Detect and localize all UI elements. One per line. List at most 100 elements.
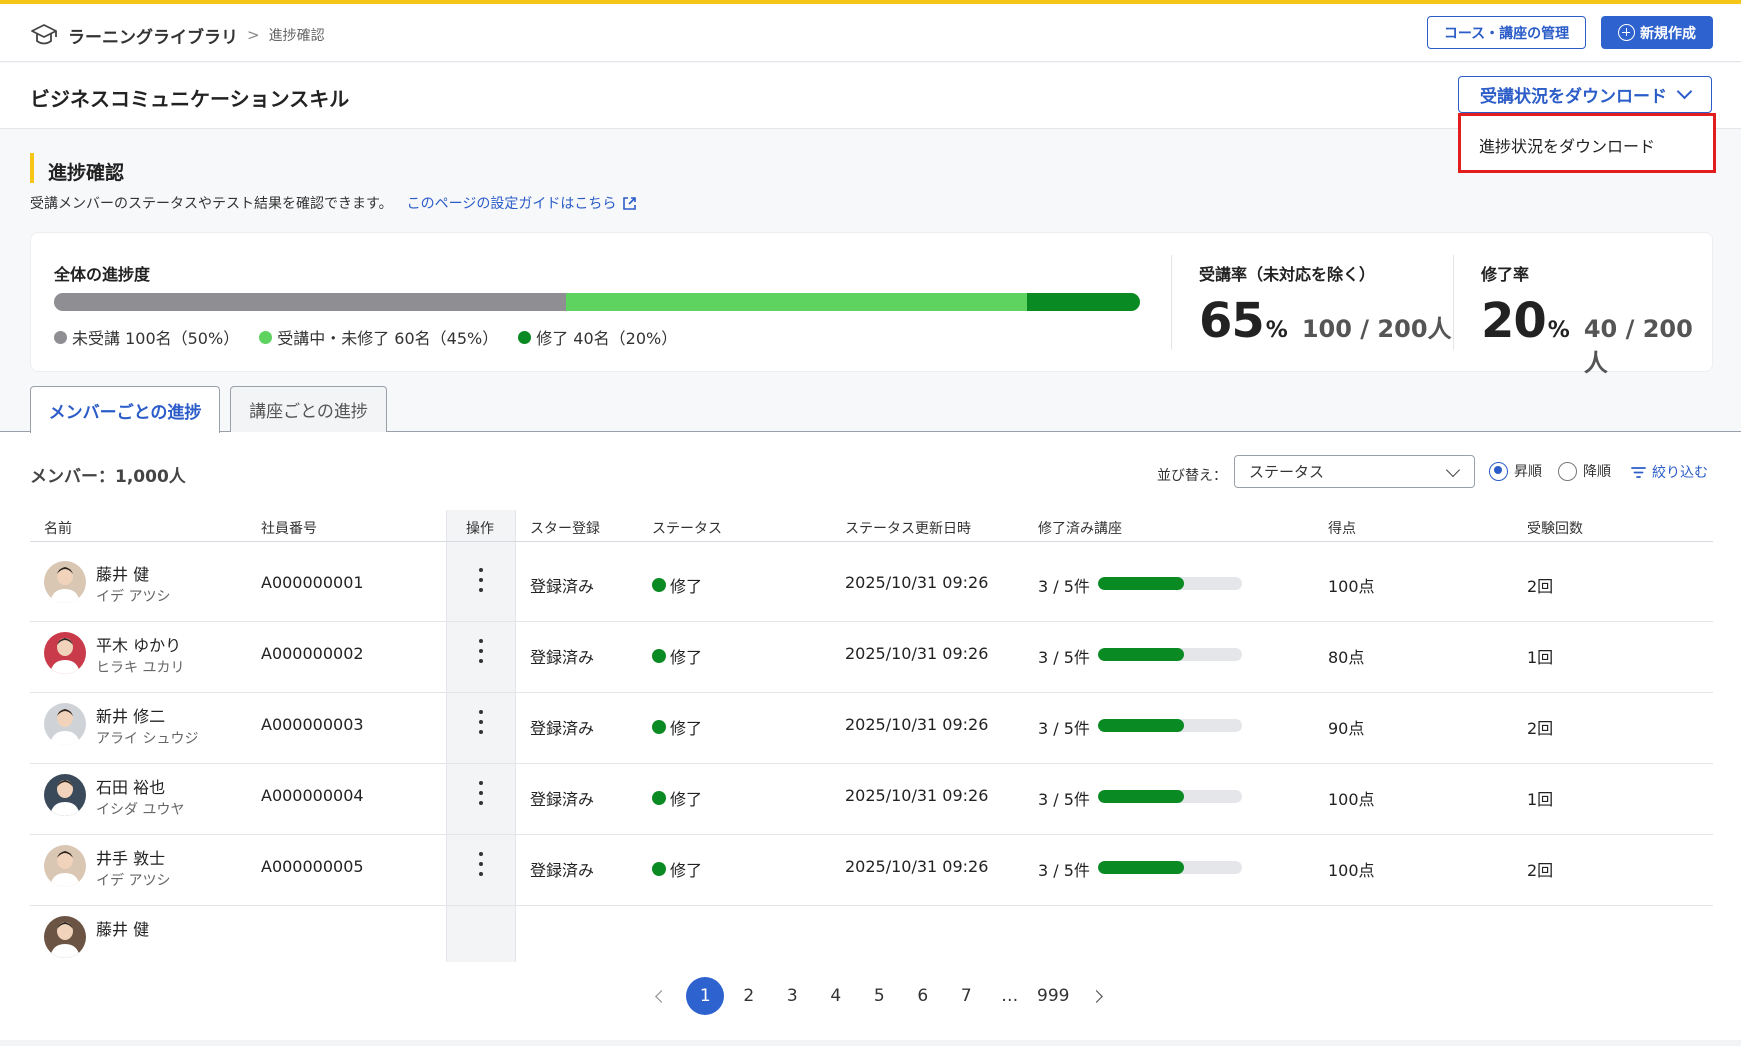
tab-courses-progress[interactable]: 講座ごとの進捗 (230, 386, 387, 432)
status-badge: 修了 (652, 786, 702, 810)
completed-courses-fill (1098, 719, 1185, 732)
table-row[interactable]: 平木 ゆかり ヒラキ ユカリ A000000002 登録済み 修了 2025/10/31 … (30, 614, 1713, 693)
completed-courses-fill (1098, 577, 1185, 590)
completion-rate-pct: % (1547, 318, 1570, 343)
score: 100点 (1328, 861, 1375, 880)
status-dot-icon (652, 791, 666, 805)
more-menu-icon[interactable] (478, 639, 484, 663)
more-menu-icon[interactable] (478, 710, 484, 734)
progress-summary-card: 全体の進捗度 未受講 100名（50%） 受講中・未修了 60名（45%） 修了 4… (30, 232, 1713, 377)
attendance-rate-label: 受講率（未対応を除く） (1199, 265, 1376, 284)
guide-link[interactable]: このページの設定ガイドはこちら (407, 193, 638, 213)
new-create-button[interactable]: 新規作成 (1601, 16, 1713, 49)
prev-page-button[interactable] (640, 977, 684, 1015)
page-button[interactable]: 3 (771, 977, 815, 1015)
avatar (44, 632, 86, 674)
legend-dot-icon (259, 330, 273, 344)
chevron-left-icon (655, 989, 669, 1003)
section-accent (30, 153, 34, 183)
table-row[interactable]: 新井 修二 アライ シュウジ A000000003 登録済み 修了 2025/10/31 … (30, 685, 1713, 764)
radio-checked-icon (1489, 461, 1508, 481)
table-row[interactable]: 藤井 健イデ アツシ A000000001 登録済み 修了 2025/10/31 09:… (30, 543, 1713, 622)
col-score[interactable]: 得点 (1328, 518, 1356, 538)
attempts: 1回 (1527, 790, 1554, 809)
page-button[interactable]: 6 (901, 977, 945, 1015)
completed-courses: 3 / 5件 (1038, 719, 1090, 738)
attendance-rate-fraction: 100 / 200人 (1301, 315, 1452, 343)
member-name[interactable]: 藤井 健 (96, 916, 149, 940)
person-icon (50, 922, 80, 958)
more-menu-icon[interactable] (478, 781, 484, 805)
person-icon (50, 567, 80, 603)
status-label: 修了 (670, 790, 703, 809)
more-menu-icon[interactable] (478, 852, 484, 876)
legend-label: 未受講 100名（50%） (72, 329, 240, 348)
col-attempts[interactable]: 受験回数 (1527, 518, 1583, 538)
table-row[interactable]: 藤井 健 (30, 898, 1713, 962)
completion-rate-fraction: 40 / 200人 (1583, 315, 1693, 377)
section-title: 進捗確認 (48, 162, 125, 184)
progress-segment (1027, 293, 1140, 311)
course-manage-button[interactable]: コース・講座の管理 (1427, 16, 1586, 49)
more-menu-icon[interactable] (478, 568, 484, 592)
legend-dot-icon (54, 330, 67, 344)
col-status[interactable]: ステータス (652, 518, 722, 538)
legend-item: 受講中・未修了 60名（45%） (259, 325, 498, 349)
page-button[interactable]: 4 (814, 977, 858, 1015)
col-actions: 操作 (466, 521, 494, 537)
tab-members-progress[interactable]: メンバーごとの進捗 (30, 386, 220, 433)
page-button[interactable]: 7 (945, 977, 989, 1015)
completed-courses-bar (1098, 861, 1242, 874)
person-icon (50, 851, 80, 887)
filter-button[interactable]: 絞り込む (1631, 462, 1708, 482)
col-updated[interactable]: ステータス更新日時 (845, 518, 971, 538)
page-button[interactable]: 5 (858, 977, 902, 1015)
sort-select[interactable]: ステータス (1234, 455, 1475, 488)
member-name[interactable]: 新井 修二 (96, 703, 165, 727)
page-button[interactable]: 2 (727, 977, 771, 1015)
completed-courses: 3 / 5件 (1038, 790, 1090, 809)
filter-label: 絞り込む (1652, 465, 1708, 481)
guide-link-text[interactable]: このページの設定ガイドはこちら (407, 193, 617, 213)
next-page-button[interactable] (1075, 977, 1119, 1015)
star-status: 登録済み (530, 790, 595, 809)
overall-progress-label: 全体の進捗度 (54, 265, 151, 284)
completed-courses-fill (1098, 790, 1185, 803)
breadcrumb-root[interactable]: ラーニングライブラリ (68, 23, 238, 48)
sort-select-value: ステータス (1249, 463, 1325, 481)
download-progress-menu-item[interactable]: 進捗状況をダウンロード (1479, 133, 1655, 157)
chevron-down-icon (1445, 462, 1461, 478)
col-completed-courses[interactable]: 修了済み講座 (1038, 518, 1122, 538)
star-status: 登録済み (530, 648, 595, 667)
attendance-rate-value: 65 (1199, 293, 1265, 349)
overall-progress-bar (54, 293, 1140, 311)
progress-segment (566, 293, 1028, 311)
sort-asc-radio[interactable]: 昇順 (1489, 461, 1542, 481)
download-status-button[interactable]: 受講状況をダウンロード (1458, 76, 1712, 113)
completion-rate-kpi: 20 % 40 / 200人 (1481, 293, 1712, 378)
member-name[interactable]: 藤井 健 (96, 561, 149, 585)
col-star[interactable]: スター登録 (530, 518, 600, 538)
sort-desc-radio[interactable]: 降順 (1558, 461, 1611, 481)
member-name[interactable]: 平木 ゆかり (96, 632, 181, 656)
page-number: 999 (1037, 986, 1070, 1006)
col-name[interactable]: 名前 (44, 518, 72, 538)
member-name[interactable]: 石田 裕也 (96, 774, 165, 798)
page-button[interactable]: 999 (1032, 977, 1076, 1015)
completed-courses-bar (1098, 719, 1242, 732)
chevron-down-icon (1676, 83, 1693, 100)
col-employee-id[interactable]: 社員番号 (261, 518, 317, 538)
page-button[interactable]: 1 (684, 977, 728, 1015)
member-name[interactable]: 井手 敦士 (96, 845, 165, 869)
section-description: 受講メンバーのステータスやテスト結果を確認できます。 このページの設定ガイドはこ… (30, 193, 637, 213)
table-row[interactable]: 井手 敦士 イデ アツシ A000000005 登録済み 修了 2025/10/31 09… (30, 827, 1713, 906)
breadcrumb-separator: > (247, 26, 260, 44)
member-kana: イデ アツシ (96, 873, 171, 889)
table-row[interactable]: 石田 裕也 イシダ ユウヤ A000000004 登録済み 修了 2025/10/31 0… (30, 756, 1713, 835)
breadcrumb: ラーニングライブラリ > 進捗確認 (30, 22, 325, 48)
employee-id: A000000001 (261, 573, 364, 592)
download-status-label: 受講状況をダウンロード (1480, 87, 1667, 107)
completed-courses-bar (1098, 790, 1242, 803)
external-link-icon (623, 196, 637, 210)
status-updated-at: 2025/10/31 09:26 (845, 857, 989, 876)
